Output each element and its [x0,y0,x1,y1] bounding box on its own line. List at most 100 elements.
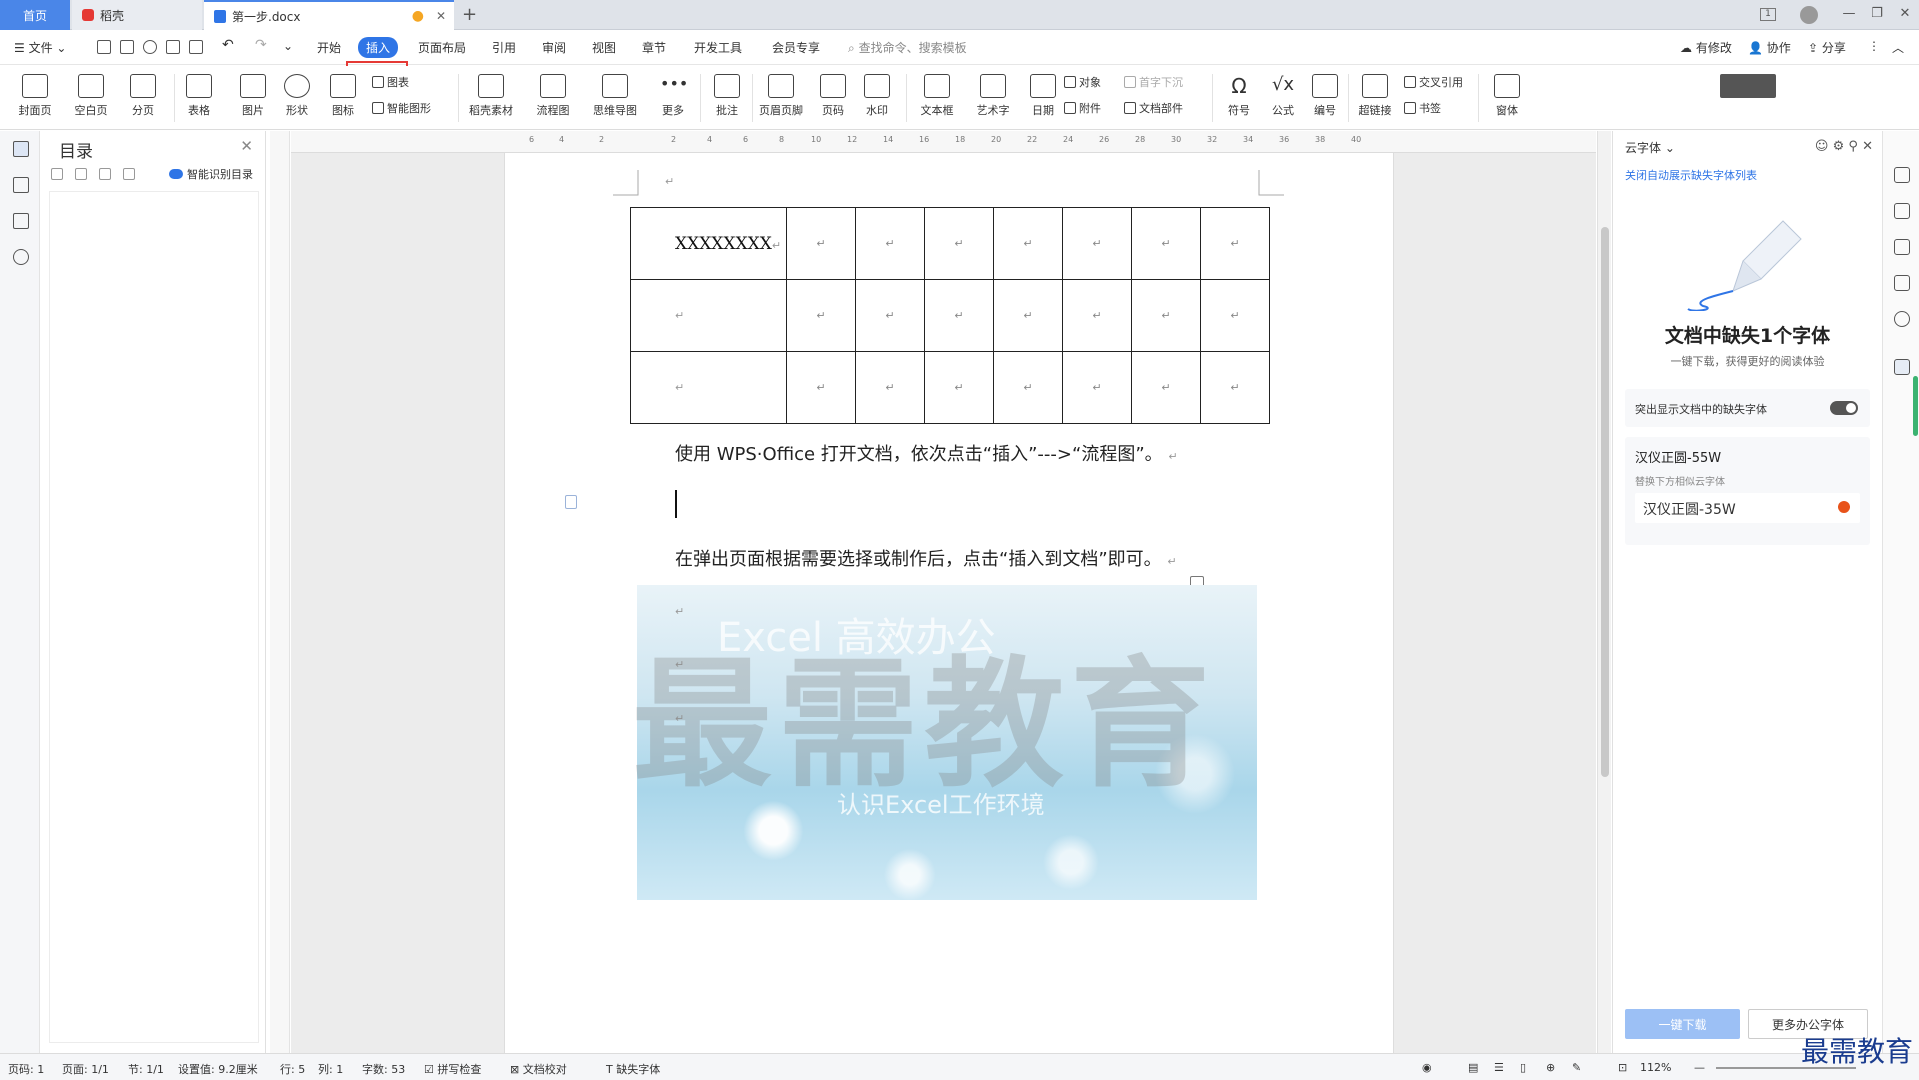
attachment-button[interactable]: 附件 [1064,100,1101,116]
icon-button[interactable]: 图标 [316,70,370,126]
missing-font-button[interactable]: T 缺失字体 [606,1061,660,1077]
table-cell[interactable]: ↵ [786,207,856,280]
bookmark-button[interactable]: 书签 [1404,100,1441,116]
bookmark-nav-icon[interactable] [13,213,29,229]
table-cell[interactable]: ↵ [855,351,925,424]
write-view-icon[interactable]: ✎ [1572,1061,1581,1074]
font-t-icon[interactable] [1894,359,1910,375]
wordart-button[interactable]: 艺术字 [966,70,1020,126]
zoom-out-icon[interactable]: — [1694,1061,1705,1074]
cover-page-button[interactable]: 封面页 [8,70,62,126]
table-cell[interactable]: ↵ [924,279,994,352]
eye-protect-icon[interactable]: ◉ [1422,1061,1432,1074]
table-cell[interactable]: ↵ [1062,279,1132,352]
chat-icon[interactable]: ☺ [1815,139,1829,154]
file-menu[interactable]: ☰ 文件 ⌄ [14,39,66,56]
document-paragraph[interactable]: 使用 WPS·Office 打开文档，依次点击“插入”--->“流程图”。 ↵ [675,440,1178,466]
table-cell[interactable]: ↵ [993,351,1063,424]
help-icon[interactable] [1894,311,1910,327]
add-heading-icon[interactable] [99,168,111,180]
web-view-icon[interactable]: ⊕ [1546,1061,1555,1074]
flowchart-button[interactable]: 流程图 [526,70,580,126]
table-cell[interactable]: ↵ [1131,207,1201,280]
numbering-button[interactable]: 编号 [1298,70,1352,126]
page-view-icon[interactable]: ▤ [1468,1061,1478,1074]
scrollbar-thumb[interactable] [1601,227,1609,777]
status-section[interactable]: 节: 1/1 [128,1061,164,1077]
smart-toc-button[interactable]: 智能识别目录 [169,166,253,182]
pen-icon[interactable] [1894,203,1910,219]
more-button[interactable]: ••• 更多 [646,70,700,126]
textbox-button[interactable]: 文本框 [910,70,964,126]
status-setting[interactable]: 设置值: 9.2厘米 [178,1061,258,1077]
tab-home[interactable]: 首页 [0,0,70,30]
window-layout-icon[interactable]: 1 [1760,8,1776,21]
find-nav-icon[interactable] [13,249,29,265]
hyperlink-button[interactable]: 超链接 [1348,70,1402,126]
table-cell[interactable]: ↵ [630,351,787,424]
close-toc-icon[interactable]: ✕ [240,137,253,155]
style-icon[interactable] [1894,167,1910,183]
comment-button[interactable]: 批注 [700,70,754,126]
expand-icon[interactable] [75,168,87,180]
table-button[interactable]: 表格 [172,70,226,126]
minimize-icon[interactable]: — [1840,6,1858,24]
chapter-nav-icon[interactable] [13,177,29,193]
status-word-count[interactable]: 字数: 53 [362,1061,405,1077]
cross-ref-button[interactable]: 交叉引用 [1404,74,1463,90]
restore-icon[interactable]: ❐ [1868,6,1886,24]
table-cell[interactable]: ↵ [786,351,856,424]
page-break-button[interactable]: 分页 [116,70,170,126]
zoom-level[interactable]: 112% [1640,1061,1671,1074]
table-cell[interactable]: ↵ [924,207,994,280]
drop-cap-button[interactable]: 首字下沉 [1124,74,1183,90]
document-table[interactable]: XXXXXXXX↵ ↵ ↵ ↵ ↵ ↵ ↵ ↵ ↵ ↵ ↵ ↵ ↵ ↵ ↵ ↵ ↵ ↵ ↵ ↵ ↵ ↵ ↵ ↵ [630,207,1270,424]
menu-insert[interactable]: 插入 [358,37,399,58]
panel-scroll-indicator[interactable] [1913,376,1918,436]
download-badge-icon[interactable] [1838,501,1850,513]
table-cell[interactable]: ↵ [786,279,856,352]
close-window-icon[interactable]: ✕ [1896,6,1914,24]
table-cell[interactable]: ↵ [1131,279,1201,352]
vertical-scrollbar[interactable] [1597,131,1611,1053]
table-cell[interactable]: ↵ [630,279,787,352]
undo-icon[interactable]: ↶ [222,37,234,53]
table-cell[interactable]: ↵ [1200,279,1270,352]
highlight-missing-toggle[interactable] [1830,401,1858,415]
table-cell[interactable]: ↵ [1200,351,1270,424]
table-cell[interactable]: ↵ [1131,351,1201,424]
menu-chapter[interactable]: 章节 [642,39,666,56]
horizontal-ruler[interactable]: 6 4 2 2 4 6 8 10 12 14 16 18 20 22 24 26… [291,131,1596,153]
object-button[interactable]: 对象 [1064,74,1101,90]
doc-proof-button[interactable]: ⊠ 文档校对 [510,1061,567,1077]
replace-font-option[interactable]: 汉仪正圆-35W [1635,493,1860,523]
doc-parts-button[interactable]: 文档部件 [1124,100,1183,116]
more-options-icon[interactable]: ⋮ [1868,39,1880,53]
header-footer-button[interactable]: 页眉页脚 [754,70,808,126]
collapse-all-icon[interactable] [51,168,63,180]
form-button[interactable]: 窗体 [1480,70,1534,126]
paragraph-handle-icon[interactable] [565,495,577,509]
menu-references[interactable]: 引用 [492,39,516,56]
select-cursor-icon[interactable] [1894,239,1910,255]
menu-view[interactable]: 视图 [592,39,616,56]
document-paragraph[interactable]: 在弹出页面根据需要选择或制作后，点击“插入到文档”即可。 ↵ [675,545,1177,571]
fit-page-icon[interactable]: ⊡ [1618,1061,1627,1074]
close-panel-icon[interactable]: ✕ [1862,139,1873,154]
table-cell[interactable]: ↵ [924,351,994,424]
status-page[interactable]: 页码: 1 [8,1061,44,1077]
menu-dev-tools[interactable]: 开发工具 [694,39,742,56]
format-painter-icon[interactable] [143,40,157,54]
table-cell[interactable]: ↵ [855,279,925,352]
status-col[interactable]: 列: 1 [318,1061,343,1077]
redo-icon[interactable]: ↷ [255,37,267,53]
reading-view-icon[interactable]: ▯ [1520,1061,1526,1074]
cloud-font-header[interactable]: 云字体 ⌄ [1625,139,1675,156]
inserted-picture[interactable]: Excel 高效办公 认识Excel工作环境 [637,585,1257,900]
tab-daoke[interactable]: 稻壳 [72,0,202,30]
menu-start[interactable]: 开始 [317,39,341,56]
chart-button[interactable]: 图表 [372,74,409,90]
status-row[interactable]: 行: 5 [280,1061,305,1077]
mindmap-button[interactable]: 思维导图 [588,70,642,126]
print-icon[interactable] [166,40,180,54]
